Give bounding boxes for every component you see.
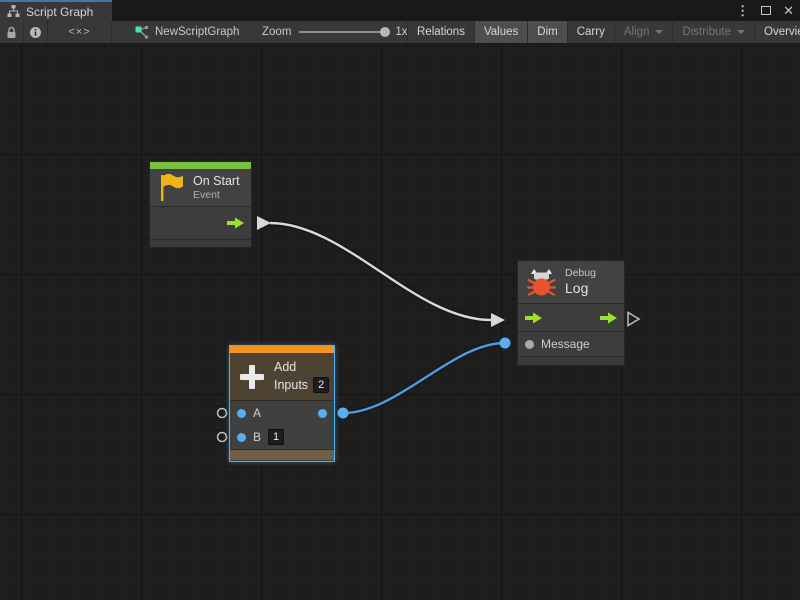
window-controls: ⋮ ✕ [736, 0, 794, 21]
title-bar: Script Graph ⋮ ✕ [0, 0, 800, 21]
input-b-label: B [253, 430, 261, 444]
flow-output-arrow-icon[interactable] [227, 217, 244, 229]
plus-icon [238, 363, 266, 391]
sum-output-port[interactable] [318, 409, 327, 418]
add-input-a-outer-ring[interactable] [218, 409, 227, 418]
node-footer [150, 239, 251, 247]
distribute-button[interactable]: Distribute [673, 21, 755, 43]
input-a-port[interactable] [237, 409, 246, 418]
zoom-slider[interactable] [299, 31, 387, 33]
message-input-port[interactable] [525, 340, 534, 349]
info-icon [29, 26, 42, 39]
node-subtitle: Event [193, 189, 240, 202]
flow-wire-start-arrow-icon [257, 216, 271, 230]
flow-output-arrow-icon[interactable] [600, 312, 617, 324]
lock-button[interactable] [0, 21, 24, 43]
flow-input-arrow-icon[interactable] [525, 312, 542, 324]
value-wire[interactable] [343, 343, 505, 413]
node-titles: On Start Event [193, 174, 240, 202]
inputs-count-field[interactable]: 2 [313, 377, 329, 393]
overview-button[interactable]: Overview [755, 21, 800, 43]
node-footer [518, 356, 624, 365]
node-title: Add [274, 360, 329, 375]
graph-name: NewScriptGraph [155, 26, 239, 38]
inputs-label: Inputs [274, 378, 308, 393]
flag-icon [158, 173, 185, 202]
debug-message-port-row: Message [518, 331, 624, 356]
tab-label: Script Graph [26, 5, 93, 19]
node-accent-bar [230, 346, 334, 353]
zoom-control: Zoom 1x [262, 21, 408, 43]
maximize-icon[interactable] [761, 6, 771, 15]
node-add[interactable]: Add Inputs 2 A B 1 [229, 345, 335, 462]
dim-button[interactable]: Dim [528, 21, 567, 43]
value-wire-end-dot[interactable] [500, 338, 511, 349]
node-on-start[interactable]: On Start Event [149, 161, 252, 248]
distribute-label: Distribute [682, 26, 731, 38]
graph-canvas[interactable]: On Start Event [0, 44, 800, 600]
node-header[interactable]: On Start Event [150, 169, 251, 206]
lock-icon [6, 26, 17, 39]
zoom-label: Zoom [262, 26, 291, 38]
node-titles: Add Inputs 2 [274, 360, 329, 393]
tab-script-graph[interactable]: Script Graph [0, 0, 112, 21]
add-port-rows: A B 1 [230, 400, 334, 449]
node-title: Log [565, 280, 596, 297]
flow-wire-end-arrow-icon [491, 313, 505, 327]
node-category: Debug [565, 267, 596, 280]
relations-button[interactable]: Relations [408, 21, 475, 43]
chevron-down-icon [655, 30, 663, 34]
wire-layer [0, 44, 800, 600]
hierarchy-icon [7, 5, 20, 18]
chevron-down-icon [737, 30, 745, 34]
flow-wire[interactable] [270, 223, 491, 320]
node-debug-log[interactable]: Debug Log Message [517, 260, 625, 366]
inspect-button[interactable] [24, 21, 48, 43]
message-port-label: Message [541, 337, 590, 351]
node-header[interactable]: Add Inputs 2 [230, 353, 334, 400]
zoom-slider-handle[interactable] [380, 27, 390, 37]
debug-flow-port-row [518, 303, 624, 331]
align-button[interactable]: Align [615, 21, 674, 43]
flow-continuation-triangle-icon[interactable] [628, 313, 639, 326]
code-view-button[interactable]: <×> [48, 21, 112, 43]
node-accent-bar [150, 162, 251, 169]
node-footer [230, 449, 334, 460]
node-header[interactable]: Debug Log [518, 261, 624, 303]
input-b-port[interactable] [237, 433, 246, 442]
add-input-a-row: A [230, 401, 334, 425]
node-titles: Debug Log [565, 267, 596, 297]
input-b-value-field[interactable]: 1 [268, 429, 284, 445]
graph-toolbar: <×> NewScriptGraph Zoom 1x Relations Val… [0, 21, 800, 44]
menu-icon[interactable]: ⋮ [736, 4, 749, 17]
values-button[interactable]: Values [475, 21, 528, 43]
input-a-label: A [253, 406, 261, 420]
toolbar-left-tools: <×> [0, 21, 112, 43]
add-input-b-outer-ring[interactable] [218, 433, 227, 442]
graph-breadcrumb[interactable]: NewScriptGraph [135, 21, 239, 43]
toolbar-buttons: Relations Values Dim Carry Align Distrib… [407, 21, 800, 43]
zoom-value: 1x [395, 26, 407, 38]
node-title: On Start [193, 174, 240, 189]
add-input-b-row: B 1 [230, 425, 334, 449]
align-label: Align [624, 26, 650, 38]
value-wire-start-dot[interactable] [338, 408, 349, 419]
close-icon[interactable]: ✕ [783, 4, 794, 17]
on-start-trigger-port-row [150, 206, 251, 239]
script-graph-icon [135, 26, 149, 39]
carry-button[interactable]: Carry [568, 21, 615, 43]
bug-icon [526, 268, 557, 296]
